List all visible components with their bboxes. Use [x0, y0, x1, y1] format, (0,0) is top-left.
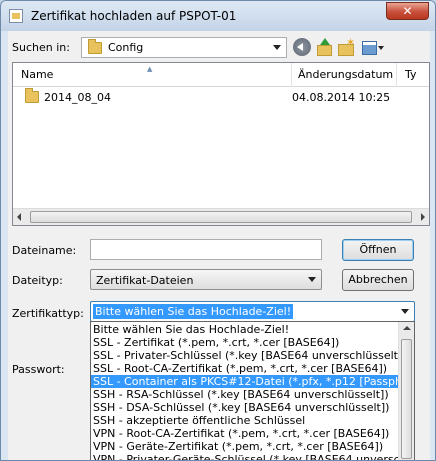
scroll-thumb[interactable]	[401, 339, 412, 459]
dropdown-option[interactable]: SSL - Privater-Schlüssel (*.key [BASE64 …	[91, 349, 399, 362]
scroll-thumb[interactable]	[30, 211, 412, 223]
look-in-combo[interactable]: Config	[81, 37, 287, 58]
look-in-label: Suchen in:	[12, 41, 70, 54]
title-bar: Zertifikat hochladen auf PSPOT-01 ✕	[1, 1, 435, 31]
chevron-down-icon	[308, 277, 316, 282]
window-title: Zertifikat hochladen auf PSPOT-01	[31, 9, 237, 23]
column-header-name[interactable]: Name	[13, 63, 292, 87]
dropdown-option[interactable]: SSH - DSA-Schlüssel (*.key [BASE64 unver…	[91, 401, 399, 414]
dropdown-option[interactable]: VPN - Root-CA-Zertifikat (*.pem, *.crt, …	[91, 427, 399, 440]
open-button[interactable]: Öffnen	[342, 239, 414, 261]
upload-certificate-dialog: Zertifikat hochladen auf PSPOT-01 ✕ Such…	[0, 0, 436, 461]
file-name: 2014_08_04	[44, 91, 111, 104]
certtype-value: Bitte wählen Sie das Hochlade-Ziel!	[93, 304, 294, 319]
filetype-value: Zertifikat-Dateien	[96, 274, 194, 287]
password-label: Passwort:	[12, 363, 65, 376]
back-icon[interactable]	[293, 38, 311, 56]
folder-icon	[88, 39, 102, 54]
dropdown-option[interactable]: VPN - Geräte-Zertifikat (*.pem, *.crt, *…	[91, 440, 399, 453]
dropdown-option[interactable]: Bitte wählen Sie das Hochlade-Ziel!	[91, 323, 399, 336]
dropdown-option[interactable]: SSL - Root-CA-Zertifikat (*.pem, *.crt, …	[91, 362, 399, 375]
file-date: 04.08.2014 10:25	[292, 91, 391, 104]
certtype-select[interactable]: Bitte wählen Sie das Hochlade-Ziel!	[90, 301, 415, 322]
look-in-value: Config	[108, 41, 144, 54]
sort-ascending-icon: ▲	[147, 65, 153, 73]
close-button[interactable]: ✕	[386, 2, 429, 20]
filetype-label: Dateityp:	[12, 274, 63, 287]
scroll-up-icon[interactable]	[403, 326, 411, 330]
dropdown-option[interactable]: SSL - Container als PKCS#12-Datei (*.pfx…	[91, 375, 399, 388]
vertical-scrollbar[interactable]	[398, 322, 414, 460]
chevron-down-icon	[273, 45, 281, 50]
new-folder-icon[interactable]	[337, 36, 355, 56]
column-header-date[interactable]: Änderungsdatum	[292, 63, 397, 87]
folder-icon	[25, 88, 39, 103]
column-header-type[interactable]: Ty	[397, 63, 429, 87]
dropdown-option[interactable]: SSH - RSA-Schlüssel (*.key [BASE64 unver…	[91, 388, 399, 401]
dropdown-option[interactable]: SSH - akzeptierte öffentliche Schlüssel	[91, 414, 399, 427]
up-folder-icon[interactable]	[315, 38, 333, 56]
cancel-button[interactable]: Abbrechen	[342, 269, 414, 291]
view-menu-icon[interactable]	[361, 38, 385, 56]
chevron-down-icon	[401, 309, 409, 314]
dropdown-option[interactable]: VPN - Privater-Geräte-Schlüssel (*.key […	[91, 453, 399, 460]
scroll-left-icon[interactable]	[17, 213, 21, 221]
app-icon	[9, 9, 23, 23]
list-item[interactable]: 2014_08_04 04.08.2014 10:25	[13, 88, 429, 107]
scroll-right-icon[interactable]	[421, 213, 425, 221]
filename-label: Dateiname:	[12, 244, 77, 257]
dropdown-option[interactable]: SSL - Zertifikat (*.pem, *.crt, *.cer [B…	[91, 336, 399, 349]
certtype-dropdown-list[interactable]: VPN - Privater-Geräte-Schlüssel (*.key […	[90, 321, 415, 460]
certtype-label: Zertifikattyp:	[12, 307, 84, 320]
list-header: Name ▲ Änderungsdatum Ty	[13, 63, 429, 87]
close-icon: ✕	[402, 4, 413, 18]
filename-input[interactable]	[90, 239, 322, 260]
file-list[interactable]: Name ▲ Änderungsdatum Ty 2014_08_04 04.0…	[12, 62, 430, 226]
horizontal-scrollbar[interactable]	[13, 208, 429, 225]
filetype-select[interactable]: Zertifikat-Dateien	[90, 269, 322, 290]
